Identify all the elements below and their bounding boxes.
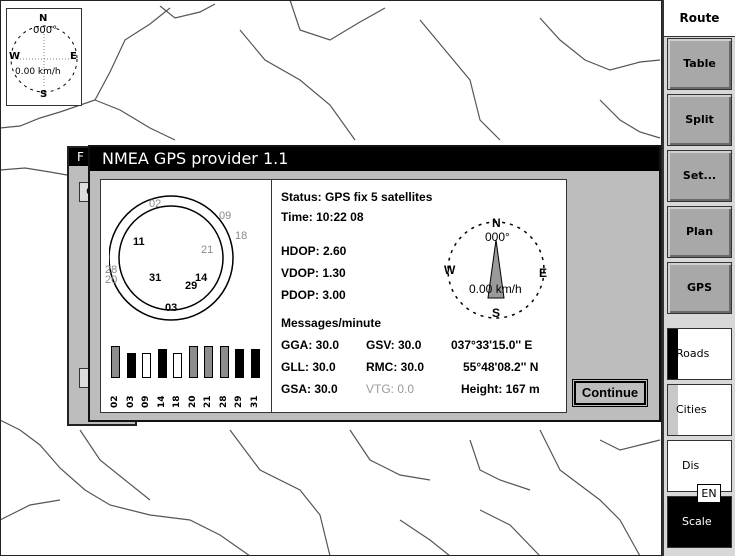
- compass-heading: 000°: [485, 230, 510, 244]
- satellite-02: 02: [149, 198, 162, 210]
- signal-bar-14: [157, 349, 167, 378]
- compass-west: W: [444, 263, 456, 277]
- settings-button[interactable]: Set...: [667, 150, 732, 202]
- signal-bar-label-31: 31: [249, 395, 260, 408]
- gps-button[interactable]: GPS: [667, 262, 732, 314]
- mini-compass-north: N: [39, 13, 48, 24]
- satellite-21: 21: [201, 244, 214, 256]
- signal-bar-09: [142, 353, 151, 378]
- signal-bar-31: [250, 349, 260, 378]
- table-button[interactable]: Table: [667, 38, 732, 90]
- gsv-rate: GSV: 30.0: [366, 338, 422, 352]
- signal-bar-20: [188, 346, 198, 378]
- rmc-rate: RMC: 30.0: [366, 360, 425, 374]
- scale-label: Scale: [682, 515, 712, 528]
- signal-bar-28: [219, 346, 229, 378]
- satellite-11: 11: [133, 236, 145, 248]
- signal-bar-label-18: 18: [172, 395, 182, 408]
- signal-bar-label-29: 29: [234, 395, 244, 408]
- satellite-skyplot: 02 09 18 11 21 28 20 31 29 14 03: [105, 186, 269, 326]
- gsa-rate: GSA: 30.0: [281, 382, 338, 396]
- messages-header: Messages/minute: [281, 316, 382, 330]
- roads-toggle[interactable]: Roads: [667, 328, 732, 380]
- satellite-18: 18: [235, 230, 248, 242]
- scale-toggle[interactable]: Scale: [667, 496, 732, 548]
- compass-speed: 0.00 km/h: [469, 282, 522, 296]
- mini-compass-west: W: [9, 51, 21, 62]
- gps-info-panel: 02 09 18 11 21 28 20 31 29 14 03 02 03 09 1…: [100, 179, 567, 413]
- signal-bar-label-09: 09: [141, 395, 151, 408]
- signal-bar-label-03: 03: [125, 395, 136, 408]
- satellite-31: 31: [149, 272, 162, 284]
- signal-strength-chart: 02 03 09 14 18 20 21 28 29 31: [109, 342, 269, 408]
- signal-bar-29: [235, 349, 244, 378]
- cities-toggle[interactable]: Cities: [667, 384, 732, 436]
- longitude: 037°33'15.0'' E: [451, 338, 533, 352]
- satellite-14: 14: [195, 272, 208, 284]
- panel-divider: [271, 180, 272, 412]
- roads-label: Roads: [676, 347, 710, 360]
- cities-label: Cities: [676, 403, 707, 416]
- mini-compass-east: E: [70, 51, 77, 62]
- signal-bar-label-20: 20: [187, 395, 198, 408]
- nmea-gps-dialog: NMEA GPS provider 1.1 02 09 18 11 21 28 …: [88, 145, 661, 422]
- signal-bar-03: [126, 353, 136, 378]
- signal-bar-21: [204, 346, 213, 378]
- vtg-rate: VTG: 0.0: [366, 382, 415, 396]
- signal-bar-label-28: 28: [218, 395, 229, 408]
- compass-south: S: [492, 306, 501, 320]
- signal-bar-label-14: 14: [156, 395, 167, 408]
- height-value: Height: 167 m: [461, 382, 540, 396]
- language-indicator[interactable]: EN: [697, 484, 721, 503]
- mini-compass-heading: 000°: [33, 25, 58, 36]
- plan-button[interactable]: Plan: [667, 206, 732, 258]
- dialog-title: NMEA GPS provider 1.1: [90, 147, 659, 171]
- gps-time: Time: 10:22 08: [281, 210, 364, 224]
- signal-bar-label-02: 02: [110, 395, 120, 408]
- compass-east: E: [539, 266, 548, 280]
- compass-north: N: [492, 216, 501, 230]
- heading-compass: N 000° W E 0.00 km/h S: [441, 208, 551, 328]
- signal-bar-18: [173, 353, 182, 378]
- mini-compass-south: S: [40, 89, 48, 100]
- mini-compass-speed: 0.00 km/h: [15, 67, 61, 77]
- skyplot-rings-icon: [109, 195, 234, 321]
- mini-compass: N 000° W E 0.00 km/h S: [6, 8, 82, 106]
- satellite-03: 03: [165, 302, 178, 314]
- vdop-value: VDOP: 1.30: [281, 266, 346, 280]
- hdop-value: HDOP: 2.60: [281, 244, 347, 258]
- satellite-20: 20: [105, 274, 118, 286]
- gps-status: Status: GPS fix 5 satellites: [281, 190, 433, 204]
- right-toolbar: Route Table Split Set... Plan GPS Roads …: [662, 0, 735, 556]
- signal-bar-label-21: 21: [203, 395, 213, 408]
- signal-bar-02: [111, 346, 120, 378]
- satellite-09: 09: [219, 210, 232, 222]
- gga-rate: GGA: 30.0: [281, 338, 340, 352]
- continue-button[interactable]: Continue: [572, 379, 648, 407]
- pdop-value: PDOP: 3.00: [281, 288, 346, 302]
- toolbar-title: Route: [664, 0, 735, 37]
- gll-rate: GLL: 30.0: [281, 360, 336, 374]
- split-button[interactable]: Split: [667, 94, 732, 146]
- latitude: 55°48'08.2'' N: [463, 360, 539, 374]
